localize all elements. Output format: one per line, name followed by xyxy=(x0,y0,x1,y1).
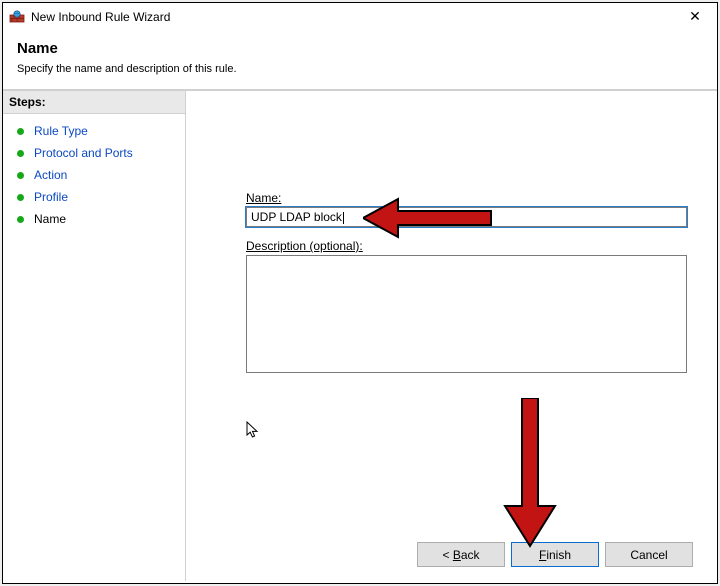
button-bar: < Back Finish Cancel xyxy=(417,542,693,567)
finish-label: Finish xyxy=(539,548,571,562)
window-title: New Inbound Rule Wizard xyxy=(31,10,673,24)
text-caret xyxy=(343,212,344,224)
firewall-icon xyxy=(9,9,25,25)
step-label: Rule Type xyxy=(34,124,88,138)
step-label: Profile xyxy=(34,190,68,204)
description-input[interactable] xyxy=(246,255,687,373)
step-label: Action xyxy=(34,168,67,182)
close-icon: ✕ xyxy=(689,8,701,25)
steps-heading: Steps: xyxy=(3,90,185,114)
page-subtitle: Specify the name and description of this… xyxy=(17,63,703,75)
steps-sidebar: Steps: Rule Type Protocol and Ports Acti… xyxy=(3,90,185,581)
steps-list: Rule Type Protocol and Ports Action Prof… xyxy=(3,114,185,236)
step-rule-type[interactable]: Rule Type xyxy=(5,120,183,142)
name-field-block: Name: UDP LDAP block xyxy=(246,191,687,227)
mouse-cursor-icon xyxy=(246,421,262,444)
back-label: < Back xyxy=(442,548,479,562)
finish-button[interactable]: Finish xyxy=(511,542,599,567)
bullet-icon xyxy=(17,194,24,201)
step-profile[interactable]: Profile xyxy=(5,186,183,208)
cancel-button[interactable]: Cancel xyxy=(605,542,693,567)
close-button[interactable]: ✕ xyxy=(673,3,717,30)
step-label: Protocol and Ports xyxy=(34,146,133,160)
step-protocol-ports[interactable]: Protocol and Ports xyxy=(5,142,183,164)
bullet-icon xyxy=(17,216,24,223)
wizard-window: New Inbound Rule Wizard ✕ Name Specify t… xyxy=(2,2,718,584)
bullet-icon xyxy=(17,128,24,135)
back-button[interactable]: < Back xyxy=(417,542,505,567)
bullet-icon xyxy=(17,150,24,157)
step-label: Name xyxy=(34,212,66,226)
wizard-header: Name Specify the name and description of… xyxy=(3,30,717,90)
name-input[interactable]: UDP LDAP block xyxy=(246,207,687,227)
wizard-body: Steps: Rule Type Protocol and Ports Acti… xyxy=(3,90,717,581)
titlebar: New Inbound Rule Wizard ✕ xyxy=(3,3,717,30)
step-action[interactable]: Action xyxy=(5,164,183,186)
name-value: UDP LDAP block xyxy=(251,210,342,224)
bullet-icon xyxy=(17,172,24,179)
wizard-main: Name: UDP LDAP block Description (option… xyxy=(185,90,717,581)
cancel-label: Cancel xyxy=(630,548,667,562)
description-label: Description (optional): xyxy=(246,239,687,253)
step-name: Name xyxy=(5,208,183,230)
name-label: Name: xyxy=(246,191,687,205)
description-field-block: Description (optional): xyxy=(246,239,687,376)
page-title: Name xyxy=(17,40,703,57)
